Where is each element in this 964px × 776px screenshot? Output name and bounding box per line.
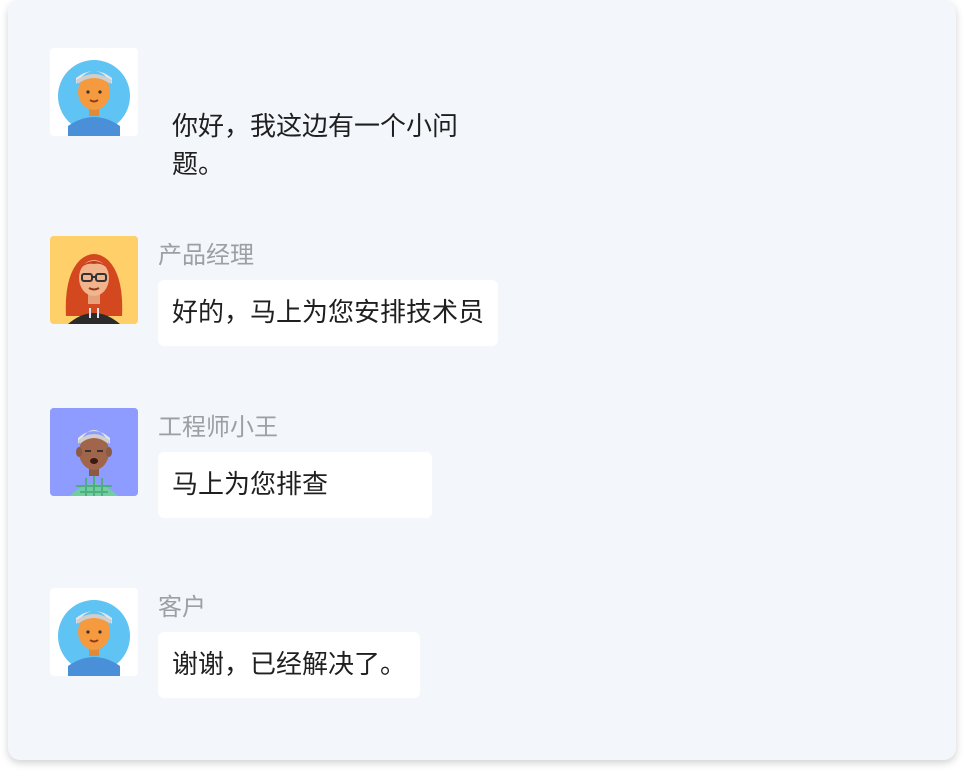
sender-name: 工程师小王: [158, 413, 278, 441]
sender-name: 产品经理: [158, 241, 254, 269]
customer-avatar-icon[interactable]: [50, 48, 138, 136]
chat-message: 你好，我这边有一个小问题。: [50, 48, 496, 184]
message-content: 你好，我这边有一个小问题。: [158, 48, 496, 184]
chat-panel: 你好，我这边有一个小问题。 产品经理 好的，马上为您安排技术员 工程师小王 马上…: [8, 0, 956, 760]
message-bubble[interactable]: 好的，马上为您安排技术员: [158, 280, 499, 346]
chat-message: 工程师小王 马上为您排查: [50, 408, 433, 518]
customer-avatar-icon[interactable]: [50, 588, 138, 676]
product-manager-avatar-icon[interactable]: [50, 236, 138, 324]
sender-name: [158, 52, 496, 82]
message-bubble[interactable]: 谢谢，已经解决了。: [158, 632, 421, 698]
message-content: 产品经理 好的，马上为您安排技术员: [158, 236, 499, 346]
message-bubble[interactable]: 你好，我这边有一个小问题。: [158, 108, 496, 184]
message-content: 工程师小王 马上为您排查: [158, 408, 433, 518]
engineer-avatar-icon[interactable]: [50, 408, 138, 496]
chat-message: 产品经理 好的，马上为您安排技术员: [50, 236, 499, 346]
message-bubble[interactable]: 马上为您排查: [158, 452, 433, 518]
sender-name: 客户: [158, 593, 206, 621]
chat-message: 客户 谢谢，已经解决了。: [50, 588, 421, 698]
message-content: 客户 谢谢，已经解决了。: [158, 588, 421, 698]
